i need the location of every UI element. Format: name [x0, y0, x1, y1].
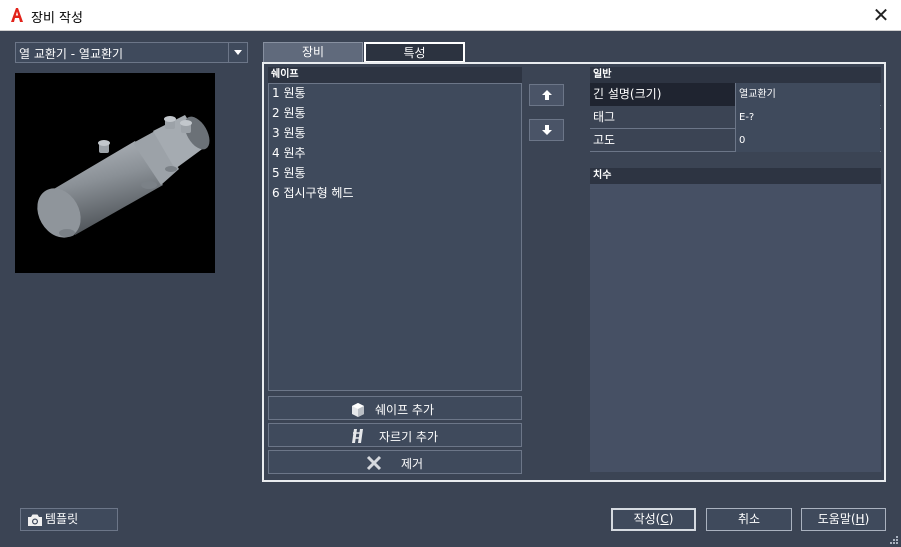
equipment-type-dropdown[interactable]: 열 교환기 - 열교환기 [15, 42, 248, 63]
equipment-preview [15, 73, 215, 273]
remove-button[interactable]: 제거 [268, 450, 522, 474]
help-accesskey: H [855, 512, 865, 526]
window-title: 장비 작성 [31, 11, 83, 26]
remove-label: 제거 [401, 457, 424, 471]
create-accesskey: C [660, 512, 669, 526]
close-button[interactable]: ✕ [871, 4, 891, 26]
property-row-tag[interactable]: 태그 E-? [590, 106, 881, 129]
property-value-description[interactable]: 열교환기 [736, 83, 880, 106]
property-key-elevation[interactable]: 고도 [590, 129, 736, 152]
shape-item-2[interactable]: 2 원통 [269, 104, 521, 124]
shape-item-6[interactable]: 6 접시구형 헤드 [269, 184, 521, 204]
dimensions-header: 치수 [590, 168, 881, 184]
heat-exchanger-image [37, 115, 210, 238]
shape-item-3[interactable]: 3 원통 [269, 124, 521, 144]
property-row-description[interactable]: 긴 설명(크기) 열교환기 [590, 83, 881, 106]
cut-icon [352, 429, 363, 443]
shape-item-5[interactable]: 5 원통 [269, 164, 521, 184]
resize-grip-icon[interactable] [890, 536, 898, 544]
x-icon [366, 455, 382, 471]
general-header: 일반 [590, 67, 881, 83]
shape-item-1[interactable]: 1 원통 [269, 84, 521, 104]
help-button[interactable]: 도움말(H) [801, 508, 886, 531]
property-value-tag[interactable]: E-? [736, 106, 880, 129]
tab-equipment[interactable]: 장비 [263, 42, 363, 63]
property-key-description[interactable]: 긴 설명(크기) [590, 83, 736, 106]
tab-properties[interactable]: 특성 [364, 42, 465, 63]
shape-list[interactable]: 1 원통 2 원통 3 원통 4 원추 5 원통 6 접시구형 헤드 [268, 83, 522, 391]
cancel-button[interactable]: 취소 [706, 508, 792, 531]
autocad-a-icon [11, 8, 23, 22]
chevron-down-icon[interactable] [228, 43, 247, 62]
template-button[interactable]: 템플릿 [20, 508, 118, 531]
property-value-elevation[interactable]: 0 [736, 129, 880, 152]
move-up-button[interactable] [529, 84, 564, 106]
add-cut-button[interactable]: 자르기 추가 [268, 423, 522, 447]
cube-icon [352, 403, 364, 417]
move-down-button[interactable] [529, 119, 564, 141]
help-close-paren: ) [864, 512, 870, 526]
camera-icon [28, 514, 42, 526]
arrow-up-icon [541, 90, 552, 100]
add-cut-label: 자르기 추가 [379, 430, 439, 444]
dimensions-grid[interactable] [590, 184, 881, 472]
shapes-header: 쉐이프 [268, 67, 522, 83]
property-row-elevation[interactable]: 고도 0 [590, 129, 881, 152]
add-shape-button[interactable]: 쉐이프 추가 [268, 396, 522, 420]
shape-item-4[interactable]: 4 원추 [269, 144, 521, 164]
property-key-tag[interactable]: 태그 [590, 106, 736, 129]
create-close-paren: ) [668, 512, 674, 526]
general-property-grid: 긴 설명(크기) 열교환기 태그 E-? 고도 0 [590, 83, 881, 152]
help-label: 도움말( [817, 512, 856, 526]
title-bar: 장비 작성 ✕ [0, 0, 901, 31]
create-label: 작성( [633, 512, 661, 526]
template-label: 템플릿 [45, 512, 79, 526]
add-shape-label: 쉐이프 추가 [375, 403, 435, 417]
equipment-type-value: 열 교환기 - 열교환기 [19, 47, 124, 61]
arrow-down-icon [541, 125, 552, 135]
create-button[interactable]: 작성(C) [611, 508, 696, 531]
